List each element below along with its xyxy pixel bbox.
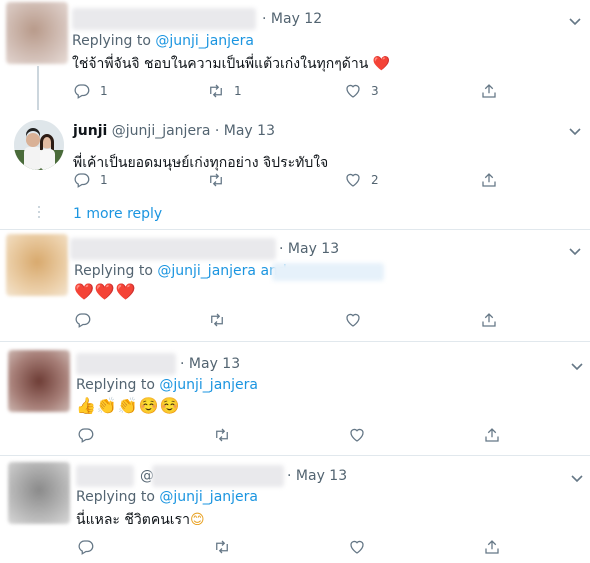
tweet-4[interactable]: · May 13 Replying to @junji_janjera 👍👏👏☺… bbox=[0, 345, 590, 457]
thread-line bbox=[37, 66, 39, 110]
retweet-button[interactable]: 1 bbox=[207, 82, 242, 100]
avatar[interactable] bbox=[8, 462, 70, 524]
mention-link[interactable]: @junji_janjera bbox=[159, 489, 258, 505]
reply-icon bbox=[78, 540, 94, 555]
reply-icon bbox=[74, 173, 90, 188]
share-button[interactable] bbox=[483, 538, 501, 556]
share-icon bbox=[482, 84, 496, 98]
share-icon bbox=[485, 428, 499, 442]
share-button[interactable] bbox=[480, 311, 498, 329]
tweet-text: ใช่จ้าพี่จันจิ ชอบในความเป็นพี่แต้วเก่งใ… bbox=[72, 56, 391, 72]
share-icon bbox=[485, 540, 499, 554]
like-button[interactable] bbox=[348, 426, 366, 444]
tweet-date[interactable]: · May 13 bbox=[287, 468, 347, 484]
redacted-username bbox=[72, 8, 256, 30]
redacted-username bbox=[76, 353, 176, 375]
replying-to: Replying to @junji_janjera and bbox=[74, 263, 287, 279]
reply-icon bbox=[75, 313, 91, 328]
chevron-down-icon[interactable] bbox=[567, 13, 583, 29]
heart-emoji: ❤️ bbox=[372, 56, 391, 72]
divider bbox=[0, 455, 590, 456]
replying-to: Replying to @junji_janjera bbox=[76, 489, 258, 505]
avatar[interactable] bbox=[6, 234, 68, 296]
redacted-username bbox=[70, 238, 276, 260]
smile-emoji: 😊 bbox=[189, 512, 205, 528]
like-button[interactable] bbox=[344, 311, 362, 329]
tweet-date[interactable]: · May 12 bbox=[262, 11, 322, 27]
redacted-display-name bbox=[76, 465, 134, 487]
avatar[interactable] bbox=[8, 350, 70, 412]
share-button[interactable] bbox=[480, 82, 498, 100]
reply-button[interactable]: 1 bbox=[73, 82, 108, 100]
profile-photo bbox=[14, 120, 64, 170]
mention-link[interactable]: @junji_janjera bbox=[159, 377, 258, 393]
chevron-down-icon[interactable] bbox=[569, 358, 585, 374]
share-icon bbox=[482, 173, 496, 187]
tweet-header: junji @junji_janjera · May 13 bbox=[73, 123, 275, 139]
tweet-5[interactable]: @ · May 13 Replying to @junji_janjera นี… bbox=[0, 458, 590, 563]
tweet-text: นี่แหละ ชีวิตคนเรา😊 bbox=[76, 512, 205, 528]
chevron-down-icon[interactable] bbox=[569, 470, 585, 486]
reply-button[interactable] bbox=[77, 538, 95, 556]
chevron-down-icon[interactable] bbox=[567, 123, 583, 139]
mention-link[interactable]: @junji_janjera bbox=[155, 33, 254, 49]
share-icon bbox=[482, 313, 496, 327]
tweet-date[interactable]: · May 13 bbox=[279, 241, 339, 257]
reply-button[interactable] bbox=[74, 311, 92, 329]
retweet-icon bbox=[211, 313, 223, 327]
reply-button[interactable] bbox=[77, 426, 95, 444]
chevron-down-icon[interactable] bbox=[567, 243, 583, 259]
replying-to: Replying to @junji_janjera bbox=[76, 377, 258, 393]
redacted-mention bbox=[272, 263, 384, 281]
retweet-icon bbox=[210, 84, 222, 98]
divider bbox=[0, 341, 590, 342]
avatar[interactable] bbox=[14, 120, 64, 170]
retweet-icon bbox=[216, 540, 228, 554]
display-name[interactable]: junji bbox=[73, 123, 107, 139]
thread-dots bbox=[38, 206, 40, 221]
more-replies-link[interactable]: 1 more reply bbox=[73, 206, 162, 222]
retweet-button[interactable] bbox=[207, 171, 225, 189]
retweet-icon bbox=[216, 428, 228, 442]
like-button[interactable] bbox=[348, 538, 366, 556]
replying-to: Replying to @junji_janjera bbox=[72, 33, 254, 49]
redacted-handle bbox=[152, 465, 284, 487]
mention-link[interactable]: @junji_janjera bbox=[157, 263, 256, 279]
heart-icon bbox=[350, 540, 364, 554]
user-handle[interactable]: @junji_janjera bbox=[112, 123, 211, 139]
heart-icon bbox=[350, 428, 364, 442]
share-button[interactable] bbox=[483, 426, 501, 444]
like-button[interactable]: 2 bbox=[344, 171, 379, 189]
retweet-button[interactable] bbox=[213, 426, 231, 444]
reply-button[interactable]: 1 bbox=[73, 171, 108, 189]
tweet-3[interactable]: · May 13 Replying to @junji_janjera and … bbox=[0, 230, 590, 340]
like-button[interactable]: 3 bbox=[344, 82, 379, 100]
heart-icon bbox=[346, 84, 360, 98]
heart-icon bbox=[346, 173, 360, 187]
tweet-text: ❤️❤️❤️ bbox=[74, 282, 137, 301]
reply-icon bbox=[78, 428, 94, 443]
tweet-date[interactable]: May 13 bbox=[224, 123, 275, 139]
tweet-text: 👍👏👏☺️☺️ bbox=[76, 396, 181, 415]
avatar[interactable] bbox=[6, 2, 68, 64]
tweet-date[interactable]: · May 13 bbox=[180, 356, 240, 372]
tweet-2[interactable]: junji @junji_janjera · May 13 พี่เค้าเป็… bbox=[0, 110, 590, 230]
retweet-button[interactable] bbox=[213, 538, 231, 556]
retweet-button[interactable] bbox=[208, 311, 226, 329]
retweet-icon bbox=[210, 173, 222, 187]
heart-icon bbox=[346, 313, 360, 327]
tweet-1[interactable]: · May 12 Replying to @junji_janjera ใช่จ… bbox=[0, 0, 590, 108]
share-button[interactable] bbox=[480, 171, 498, 189]
reply-icon bbox=[74, 84, 90, 99]
